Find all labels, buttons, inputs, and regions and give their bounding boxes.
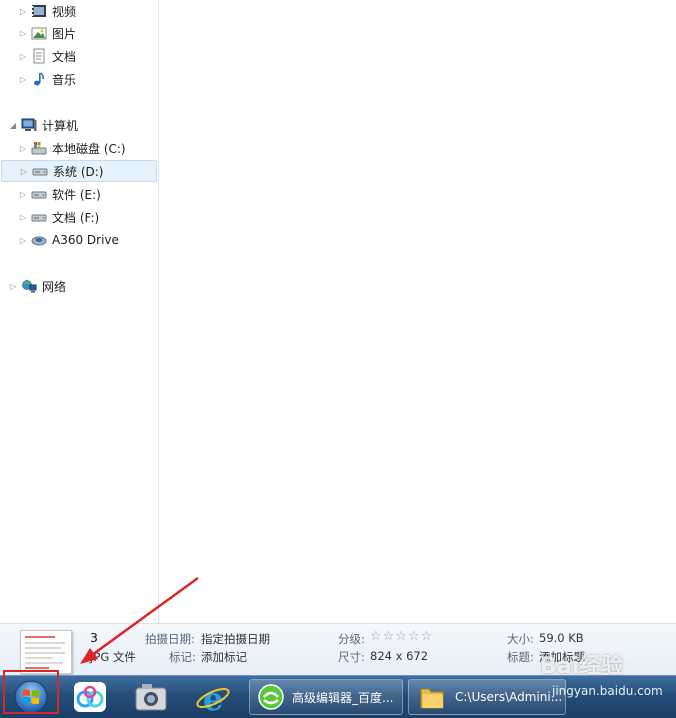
annotation-arrow <box>80 576 199 664</box>
baidu-jingyan-watermark: Bai经验 <box>540 654 624 679</box>
watermark-url: jingyan.baidu.com <box>552 684 663 698</box>
